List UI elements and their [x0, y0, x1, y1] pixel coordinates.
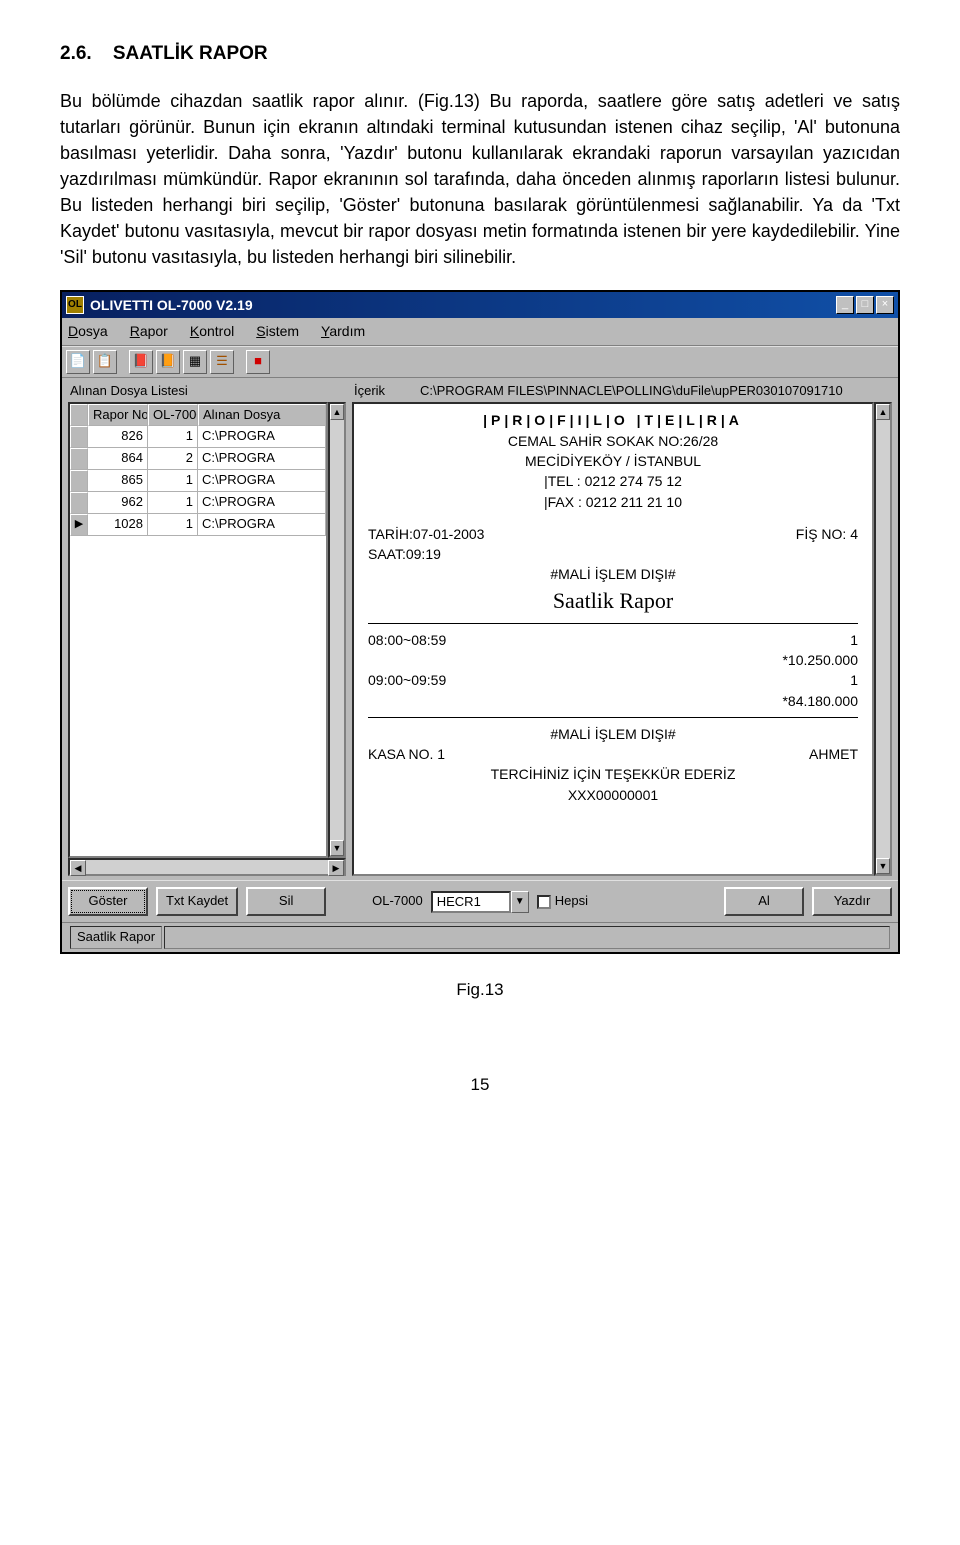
table-row[interactable]: 864 2 C:\PROGRA: [70, 448, 326, 470]
status-text: Saatlik Rapor: [70, 926, 162, 949]
grid-body: 826 1 C:\PROGRA 864 2 C:\PROGRA 86: [70, 426, 326, 856]
content-pane: |P|R|O|F|I|L|O |T|E|L|R|A CEMAL SAHİR SO…: [352, 402, 892, 876]
menu-sistem[interactable]: Sistem: [256, 321, 299, 341]
goster-button[interactable]: Göster: [68, 887, 148, 916]
section-number: 2.6.: [60, 43, 92, 64]
window-title: OLIVETTI OL-7000 V2.19: [90, 295, 253, 315]
tool-copy-icon[interactable]: 📋: [93, 350, 117, 374]
left-pane-label: Alınan Dosya Listesi: [70, 382, 354, 401]
chevron-down-icon[interactable]: ▼: [511, 891, 529, 913]
rpt-date-row: TARİH:07-01-2003 FİŞ NO: 4: [368, 524, 858, 544]
menu-dosya[interactable]: Dosya: [68, 321, 108, 341]
terminal-input[interactable]: [431, 891, 511, 913]
statusbar: Saatlik Rapor: [62, 922, 898, 952]
rpt-code: XXX00000001: [368, 785, 858, 805]
rpt-amt2: *84.180.000: [368, 691, 858, 711]
rpt-fisno: FİŞ NO: 4: [796, 524, 858, 544]
rpt-tarih: TARİH:07-01-2003: [368, 524, 484, 544]
minimize-button[interactable]: _: [836, 296, 854, 314]
rpt-amt1: *10.250.000: [368, 650, 858, 670]
scroll-left-icon[interactable]: ◀: [70, 860, 86, 876]
rpt-saat: SAAT:09:19: [368, 544, 858, 564]
table-row[interactable]: 865 1 C:\PROGRA: [70, 470, 326, 492]
rpt-kasa: KASA NO. 1 AHMET: [368, 744, 858, 764]
menubar: Dosya Rapor Kontrol Sistem Yardım: [62, 318, 898, 345]
grid-vscroll[interactable]: ▲ ▼: [328, 402, 346, 858]
grid-hscroll[interactable]: ◀ ▶: [68, 858, 346, 876]
rpt-thanks: TERCİHİNİZ İÇİN TEŞEKKÜR EDERİZ: [368, 764, 858, 784]
table-row[interactable]: 826 1 C:\PROGRA: [70, 426, 326, 448]
rpt-mali1: #MALİ İŞLEM DIŞI#: [368, 564, 858, 584]
bottom-bar: Göster Txt Kaydet Sil OL-7000 ▼ Hepsi Al…: [62, 880, 898, 922]
file-list-pane: Rapor No OL-7000 Alınan Dosya 826 1 C:\P…: [68, 402, 346, 876]
pane-labels: Alınan Dosya Listesi İçerik C:\PROGRAM F…: [62, 378, 898, 403]
app-window: OL OLIVETTI OL-7000 V2.19 _ □ × Dosya Ra…: [60, 290, 900, 954]
device-label: OL-7000: [372, 892, 423, 911]
menu-rapor[interactable]: Rapor: [130, 321, 168, 341]
rpt-fax: |FAX : 0212 211 21 10: [368, 492, 858, 512]
titlebar: OL OLIVETTI OL-7000 V2.19 _ □ ×: [62, 292, 898, 318]
rpt-title: Saatlik Rapor: [368, 585, 858, 617]
rpt-header: |P|R|O|F|I|L|O |T|E|L|R|A: [368, 410, 858, 430]
tool-book-icon[interactable]: 📕: [129, 350, 153, 374]
scroll-right-icon[interactable]: ▶: [328, 860, 344, 876]
tool-stop-icon[interactable]: ■: [246, 350, 270, 374]
toolbar: 📄 📋 📕 📙 ▦ ☰ ■: [62, 346, 898, 378]
col-ol7000[interactable]: OL-7000: [148, 404, 198, 426]
rpt-mali2: #MALİ İŞLEM DIŞI#: [368, 724, 858, 744]
page-number: 15: [60, 1073, 900, 1098]
content-label: İçerik: [354, 382, 420, 401]
tool-list-icon[interactable]: ☰: [210, 350, 234, 374]
rpt-line1: 08:00~08:59 1: [368, 630, 858, 650]
maximize-button[interactable]: □: [856, 296, 874, 314]
menu-kontrol[interactable]: Kontrol: [190, 321, 234, 341]
sil-button[interactable]: Sil: [246, 887, 326, 916]
scroll-down-icon[interactable]: ▼: [876, 858, 890, 874]
col-alinan-dosya[interactable]: Alınan Dosya: [198, 404, 326, 426]
rpt-addr1: CEMAL SAHİR SOKAK NO:26/28: [368, 431, 858, 451]
main-area: Rapor No OL-7000 Alınan Dosya 826 1 C:\P…: [62, 402, 898, 880]
tool-grid-icon[interactable]: ▦: [183, 350, 207, 374]
tool-doc-icon[interactable]: 📄: [66, 350, 90, 374]
rpt-line2: 09:00~09:59 1: [368, 670, 858, 690]
tool-page-icon[interactable]: 📙: [156, 350, 180, 374]
app-icon: OL: [66, 296, 84, 314]
scroll-up-icon[interactable]: ▲: [330, 404, 344, 420]
terminal-combo[interactable]: ▼: [431, 891, 529, 913]
path-label: C:\PROGRAM FILES\PINNACLE\POLLING\duFile…: [420, 382, 890, 401]
grid-header: Rapor No OL-7000 Alınan Dosya: [70, 404, 326, 426]
current-row-icon: ▶: [70, 514, 88, 536]
file-grid[interactable]: Rapor No OL-7000 Alınan Dosya 826 1 C:\P…: [68, 402, 328, 858]
table-row[interactable]: 962 1 C:\PROGRA: [70, 492, 326, 514]
menu-yardim[interactable]: Yardım: [321, 321, 365, 341]
section-title: SAATLİK RAPOR: [113, 43, 268, 64]
close-button[interactable]: ×: [876, 296, 894, 314]
yazdir-button[interactable]: Yazdır: [812, 887, 892, 916]
scroll-up-icon[interactable]: ▲: [876, 404, 890, 420]
rpt-addr2: MECİDİYEKÖY / İSTANBUL: [368, 451, 858, 471]
report-content: |P|R|O|F|I|L|O |T|E|L|R|A CEMAL SAHİR SO…: [352, 402, 874, 876]
rpt-tel: |TEL : 0212 274 75 12: [368, 471, 858, 491]
body-paragraph: Bu bölümde cihazdan saatlik rapor alınır…: [60, 88, 900, 271]
scroll-down-icon[interactable]: ▼: [330, 840, 344, 856]
txt-kaydet-button[interactable]: Txt Kaydet: [156, 887, 238, 916]
section-heading: 2.6. SAATLİK RAPOR: [60, 40, 900, 68]
al-button[interactable]: Al: [724, 887, 804, 916]
col-rapor-no[interactable]: Rapor No: [88, 404, 148, 426]
content-vscroll[interactable]: ▲ ▼: [874, 402, 892, 876]
figure-caption: Fig.13: [60, 978, 900, 1003]
table-row[interactable]: ▶ 1028 1 C:\PROGRA: [70, 514, 326, 536]
hepsi-checkbox[interactable]: Hepsi: [537, 892, 588, 911]
